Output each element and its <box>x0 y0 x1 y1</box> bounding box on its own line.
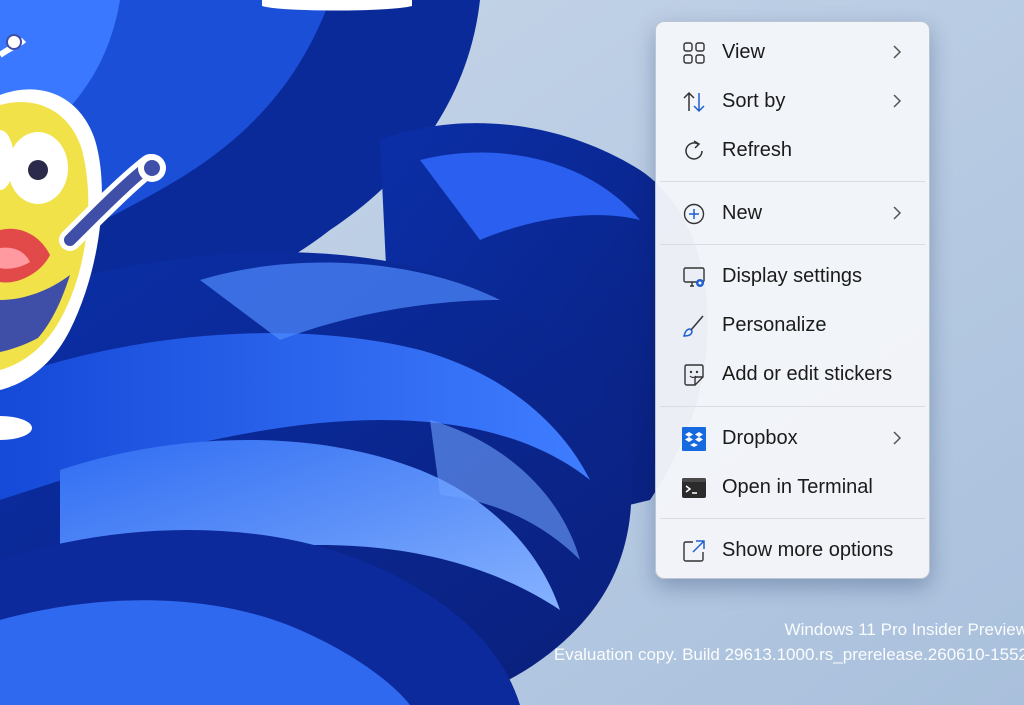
dropbox-icon <box>681 426 707 452</box>
menu-item-open-terminal[interactable]: Open in Terminal <box>660 465 925 509</box>
menu-item-label: View <box>722 41 765 63</box>
menu-item-refresh[interactable]: Refresh <box>660 128 925 172</box>
grid-icon <box>681 40 707 66</box>
menu-item-personalize[interactable]: Personalize <box>660 303 925 347</box>
refresh-icon <box>681 138 707 164</box>
menu-item-label: New <box>722 202 763 224</box>
menu-item-label: Personalize <box>722 314 827 336</box>
brush-icon <box>681 313 707 339</box>
menu-separator <box>660 406 925 407</box>
sort-arrows-icon <box>681 89 707 115</box>
menu-item-label: Add or edit stickers <box>722 363 893 385</box>
menu-item-view[interactable]: View <box>660 30 925 74</box>
menu-item-sort-by[interactable]: Sort by <box>660 79 925 123</box>
menu-separator <box>660 518 925 519</box>
sticker-icon <box>681 362 707 388</box>
menu-item-display-settings[interactable]: Display settings <box>660 254 925 298</box>
chevron-right-icon <box>891 206 903 220</box>
desktop-context-menu: View Sort by Refresh New Display setting… <box>655 21 930 579</box>
menu-separator <box>660 181 925 182</box>
menu-item-label: Show more options <box>722 539 894 561</box>
menu-separator <box>660 244 925 245</box>
terminal-icon <box>681 475 707 501</box>
chevron-right-icon <box>891 94 903 108</box>
menu-item-add-edit-stickers[interactable]: Add or edit stickers <box>660 352 925 396</box>
menu-item-label: Sort by <box>722 90 786 112</box>
watermark-build: Evaluation copy. Build 29613.1000.rs_pre… <box>553 645 1024 664</box>
watermark-edition: Windows 11 Pro Insider Preview <box>784 620 1024 639</box>
menu-item-dropbox[interactable]: Dropbox <box>660 416 925 460</box>
menu-item-label: Display settings <box>722 265 863 287</box>
menu-item-show-more-options[interactable]: Show more options <box>660 528 925 572</box>
menu-item-label: Open in Terminal <box>722 476 873 498</box>
display-settings-icon <box>681 264 707 290</box>
menu-item-label: Dropbox <box>722 427 798 449</box>
chevron-right-icon <box>891 45 903 59</box>
menu-item-new[interactable]: New <box>660 191 925 235</box>
chevron-right-icon <box>891 431 903 445</box>
plus-circle-icon <box>681 201 707 227</box>
menu-item-label: Refresh <box>722 139 793 161</box>
share-out-icon <box>681 538 707 564</box>
